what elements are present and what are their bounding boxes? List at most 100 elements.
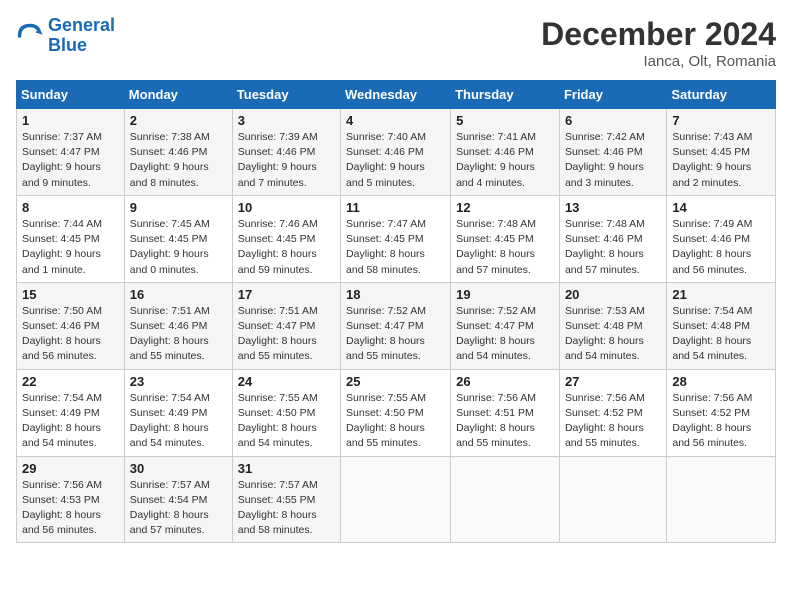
day-number: 28 [672, 374, 770, 389]
weekday-header-tuesday: Tuesday [232, 81, 340, 109]
day-cell: 29 Sunrise: 7:56 AMSunset: 4:53 PMDayligh… [17, 456, 125, 543]
day-number: 15 [22, 287, 119, 302]
day-cell: 4 Sunrise: 7:40 AMSunset: 4:46 PMDaylight… [341, 109, 451, 196]
day-number: 3 [238, 113, 335, 128]
day-cell: 19 Sunrise: 7:52 AMSunset: 4:47 PMDayligh… [451, 282, 560, 369]
day-number: 21 [672, 287, 770, 302]
day-info: Sunrise: 7:54 AMSunset: 4:48 PMDaylight:… [672, 305, 752, 363]
day-cell: 9 Sunrise: 7:45 AMSunset: 4:45 PMDaylight… [124, 195, 232, 282]
day-info: Sunrise: 7:39 AMSunset: 4:46 PMDaylight:… [238, 131, 318, 189]
day-info: Sunrise: 7:56 AMSunset: 4:51 PMDaylight:… [456, 392, 536, 450]
day-info: Sunrise: 7:41 AMSunset: 4:46 PMDaylight:… [456, 131, 536, 189]
weekday-header-monday: Monday [124, 81, 232, 109]
day-info: Sunrise: 7:51 AMSunset: 4:46 PMDaylight:… [130, 305, 210, 363]
day-cell: 13Sunrise: 7:48 AMSunset: 4:46 PMDayligh… [559, 195, 666, 282]
day-number: 25 [346, 374, 445, 389]
day-number: 30 [130, 461, 227, 476]
day-cell: 5 Sunrise: 7:41 AMSunset: 4:46 PMDaylight… [451, 109, 560, 196]
day-number: 5 [456, 113, 554, 128]
day-cell: 31Sunrise: 7:57 AMSunset: 4:55 PMDayligh… [232, 456, 340, 543]
weekday-header-wednesday: Wednesday [341, 81, 451, 109]
logo: General Blue [16, 16, 115, 56]
day-cell: 18Sunrise: 7:52 AMSunset: 4:47 PMDayligh… [341, 282, 451, 369]
day-number: 24 [238, 374, 335, 389]
day-number: 20 [565, 287, 661, 302]
day-cell: 7 Sunrise: 7:43 AMSunset: 4:45 PMDaylight… [667, 109, 776, 196]
weekday-header-friday: Friday [559, 81, 666, 109]
day-number: 26 [456, 374, 554, 389]
day-number: 19 [456, 287, 554, 302]
day-info: Sunrise: 7:44 AMSunset: 4:45 PMDaylight:… [22, 218, 102, 276]
day-number: 11 [346, 200, 445, 215]
day-cell: 27 Sunrise: 7:56 AMSunset: 4:52 PMDayligh… [559, 369, 666, 456]
day-info: Sunrise: 7:56 AMSunset: 4:52 PMDaylight:… [672, 392, 752, 450]
title-area: December 2024 Ianca, Olt, Romania [541, 16, 776, 70]
day-info: Sunrise: 7:52 AMSunset: 4:47 PMDaylight:… [456, 305, 536, 363]
day-info: Sunrise: 7:42 AMSunset: 4:46 PMDaylight:… [565, 131, 645, 189]
day-info: Sunrise: 7:54 AMSunset: 4:49 PMDaylight:… [22, 392, 102, 450]
day-cell: 8 Sunrise: 7:44 AMSunset: 4:45 PMDaylight… [17, 195, 125, 282]
day-number: 16 [130, 287, 227, 302]
day-cell [451, 456, 560, 543]
day-info: Sunrise: 7:57 AMSunset: 4:55 PMDaylight:… [238, 479, 318, 537]
day-number: 13 [565, 200, 661, 215]
logo-line1: General [48, 15, 115, 35]
calendar-table: SundayMondayTuesdayWednesdayThursdayFrid… [16, 80, 776, 543]
day-info: Sunrise: 7:49 AMSunset: 4:46 PMDaylight:… [672, 218, 752, 276]
day-number: 14 [672, 200, 770, 215]
day-cell: 23Sunrise: 7:54 AMSunset: 4:49 PMDayligh… [124, 369, 232, 456]
week-row-4: 22Sunrise: 7:54 AMSunset: 4:49 PMDayligh… [17, 369, 776, 456]
day-cell: 14 Sunrise: 7:49 AMSunset: 4:46 PMDayligh… [667, 195, 776, 282]
week-row-1: 1 Sunrise: 7:37 AMSunset: 4:47 PMDaylight… [17, 109, 776, 196]
day-info: Sunrise: 7:43 AMSunset: 4:45 PMDaylight:… [672, 131, 752, 189]
day-cell: 28 Sunrise: 7:56 AMSunset: 4:52 PMDayligh… [667, 369, 776, 456]
logo-icon [16, 22, 44, 50]
day-number: 4 [346, 113, 445, 128]
day-info: Sunrise: 7:47 AMSunset: 4:45 PMDaylight:… [346, 218, 426, 276]
day-number: 27 [565, 374, 661, 389]
day-info: Sunrise: 7:57 AMSunset: 4:54 PMDaylight:… [130, 479, 210, 537]
day-cell: 3 Sunrise: 7:39 AMSunset: 4:46 PMDaylight… [232, 109, 340, 196]
day-number: 2 [130, 113, 227, 128]
day-cell: 24 Sunrise: 7:55 AMSunset: 4:50 PMDayligh… [232, 369, 340, 456]
day-cell [559, 456, 666, 543]
day-cell: 21 Sunrise: 7:54 AMSunset: 4:48 PMDayligh… [667, 282, 776, 369]
day-number: 10 [238, 200, 335, 215]
day-cell [341, 456, 451, 543]
day-info: Sunrise: 7:56 AMSunset: 4:52 PMDaylight:… [565, 392, 645, 450]
day-cell [667, 456, 776, 543]
day-info: Sunrise: 7:45 AMSunset: 4:45 PMDaylight:… [130, 218, 210, 276]
day-info: Sunrise: 7:53 AMSunset: 4:48 PMDaylight:… [565, 305, 645, 363]
day-info: Sunrise: 7:55 AMSunset: 4:50 PMDaylight:… [346, 392, 426, 450]
day-number: 17 [238, 287, 335, 302]
day-info: Sunrise: 7:37 AMSunset: 4:47 PMDaylight:… [22, 131, 102, 189]
day-number: 29 [22, 461, 119, 476]
day-cell: 22Sunrise: 7:54 AMSunset: 4:49 PMDayligh… [17, 369, 125, 456]
day-cell: 26 Sunrise: 7:56 AMSunset: 4:51 PMDayligh… [451, 369, 560, 456]
day-cell: 17Sunrise: 7:51 AMSunset: 4:47 PMDayligh… [232, 282, 340, 369]
day-number: 8 [22, 200, 119, 215]
day-info: Sunrise: 7:52 AMSunset: 4:47 PMDaylight:… [346, 305, 426, 363]
day-number: 1 [22, 113, 119, 128]
week-row-3: 15Sunrise: 7:50 AMSunset: 4:46 PMDayligh… [17, 282, 776, 369]
day-number: 7 [672, 113, 770, 128]
weekday-header-sunday: Sunday [17, 81, 125, 109]
day-info: Sunrise: 7:56 AMSunset: 4:53 PMDaylight:… [22, 479, 102, 537]
logo-line2: Blue [48, 35, 87, 55]
day-cell: 11 Sunrise: 7:47 AMSunset: 4:45 PMDayligh… [341, 195, 451, 282]
day-info: Sunrise: 7:55 AMSunset: 4:50 PMDaylight:… [238, 392, 318, 450]
day-cell: 6Sunrise: 7:42 AMSunset: 4:46 PMDaylight… [559, 109, 666, 196]
week-row-2: 8 Sunrise: 7:44 AMSunset: 4:45 PMDaylight… [17, 195, 776, 282]
header: General Blue December 2024 Ianca, Olt, R… [16, 16, 776, 70]
day-number: 9 [130, 200, 227, 215]
day-cell: 1 Sunrise: 7:37 AMSunset: 4:47 PMDaylight… [17, 109, 125, 196]
day-cell: 2Sunrise: 7:38 AMSunset: 4:46 PMDaylight… [124, 109, 232, 196]
day-info: Sunrise: 7:48 AMSunset: 4:45 PMDaylight:… [456, 218, 536, 276]
week-row-5: 29 Sunrise: 7:56 AMSunset: 4:53 PMDayligh… [17, 456, 776, 543]
month-title: December 2024 [541, 16, 776, 53]
weekday-header-row: SundayMondayTuesdayWednesdayThursdayFrid… [17, 81, 776, 109]
day-number: 23 [130, 374, 227, 389]
day-info: Sunrise: 7:40 AMSunset: 4:46 PMDaylight:… [346, 131, 426, 189]
day-cell: 20 Sunrise: 7:53 AMSunset: 4:48 PMDayligh… [559, 282, 666, 369]
weekday-header-saturday: Saturday [667, 81, 776, 109]
